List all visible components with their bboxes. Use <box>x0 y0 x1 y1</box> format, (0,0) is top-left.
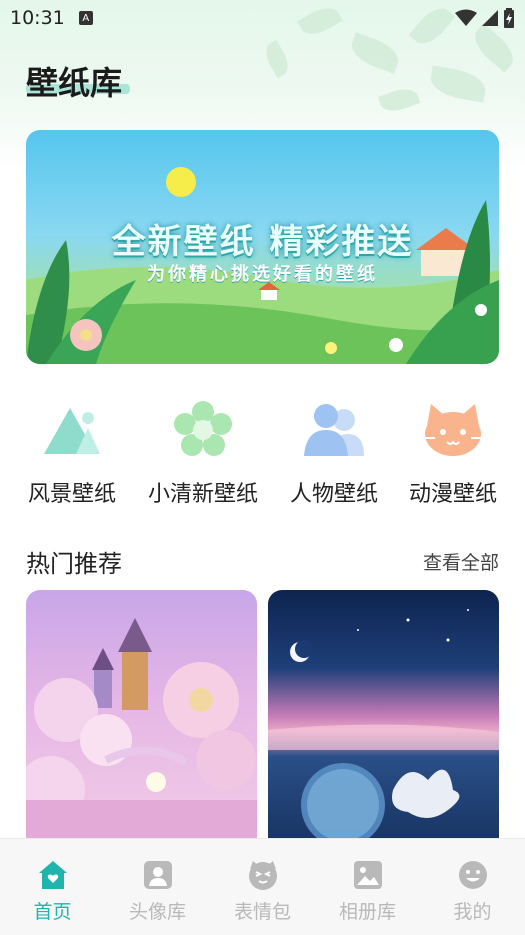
wallpaper-card[interactable] <box>268 590 499 850</box>
wifi-icon <box>455 9 477 26</box>
cat-icon <box>425 404 481 456</box>
people-icon <box>304 404 364 456</box>
category-row: 风景壁纸 小清新壁纸 人物壁纸 动漫壁纸 <box>0 398 525 508</box>
category-label: 小清新壁纸 <box>147 482 258 507</box>
beach-wallpaper-image <box>268 609 499 847</box>
nav-album[interactable]: 相册库 <box>315 839 420 935</box>
category-anime[interactable]: 动漫壁纸 <box>388 398 518 508</box>
category-label: 风景壁纸 <box>27 482 116 507</box>
nav-label: 头像库 <box>128 901 186 923</box>
status-icons <box>455 8 515 28</box>
wallpaper-card[interactable] <box>26 590 257 850</box>
notification-icon: A <box>78 11 93 25</box>
category-label: 人物壁纸 <box>289 482 378 507</box>
nav-label: 首页 <box>33 901 72 923</box>
page-title: 壁纸库 <box>26 64 123 102</box>
hot-section-title: 热门推荐 <box>26 550 122 578</box>
nav-mine[interactable]: 我的 <box>420 839 525 935</box>
castle-wallpaper-image <box>26 618 257 850</box>
status-time: 10:31 <box>10 7 65 29</box>
smile-icon <box>458 861 487 889</box>
flower-icon <box>174 401 232 456</box>
category-people[interactable]: 人物壁纸 <box>269 398 399 508</box>
home-icon <box>38 861 67 889</box>
promo-banner[interactable]: 全新壁纸 精彩推送 为你精心挑选好看的壁纸 <box>26 130 499 364</box>
bottom-nav: 首页 头像库 表情包 相册库 我的 <box>0 838 525 935</box>
banner-subtitle: 为你精心挑选好看的壁纸 <box>147 264 378 285</box>
signal-icon <box>482 10 498 26</box>
view-all-link[interactable]: 查看全部 <box>423 548 499 575</box>
nav-emoji[interactable]: 表情包 <box>210 839 315 935</box>
nav-label: 我的 <box>453 901 492 923</box>
album-icon <box>353 861 382 889</box>
category-fresh[interactable]: 小清新壁纸 <box>138 398 268 508</box>
emoji-cat-icon <box>248 861 277 890</box>
category-label: 动漫壁纸 <box>408 482 497 507</box>
nav-home[interactable]: 首页 <box>0 839 105 935</box>
banner-title: 全新壁纸 精彩推送 <box>111 222 414 262</box>
category-landscape[interactable]: 风景壁纸 <box>7 398 137 508</box>
avatar-icon <box>143 861 172 889</box>
nav-label: 表情包 <box>233 901 291 923</box>
mountain-icon <box>44 408 100 454</box>
battery-icon <box>504 8 514 28</box>
nav-label: 相册库 <box>338 901 396 923</box>
nav-avatar[interactable]: 头像库 <box>105 839 210 935</box>
status-bar: 10:31 A <box>0 0 525 36</box>
